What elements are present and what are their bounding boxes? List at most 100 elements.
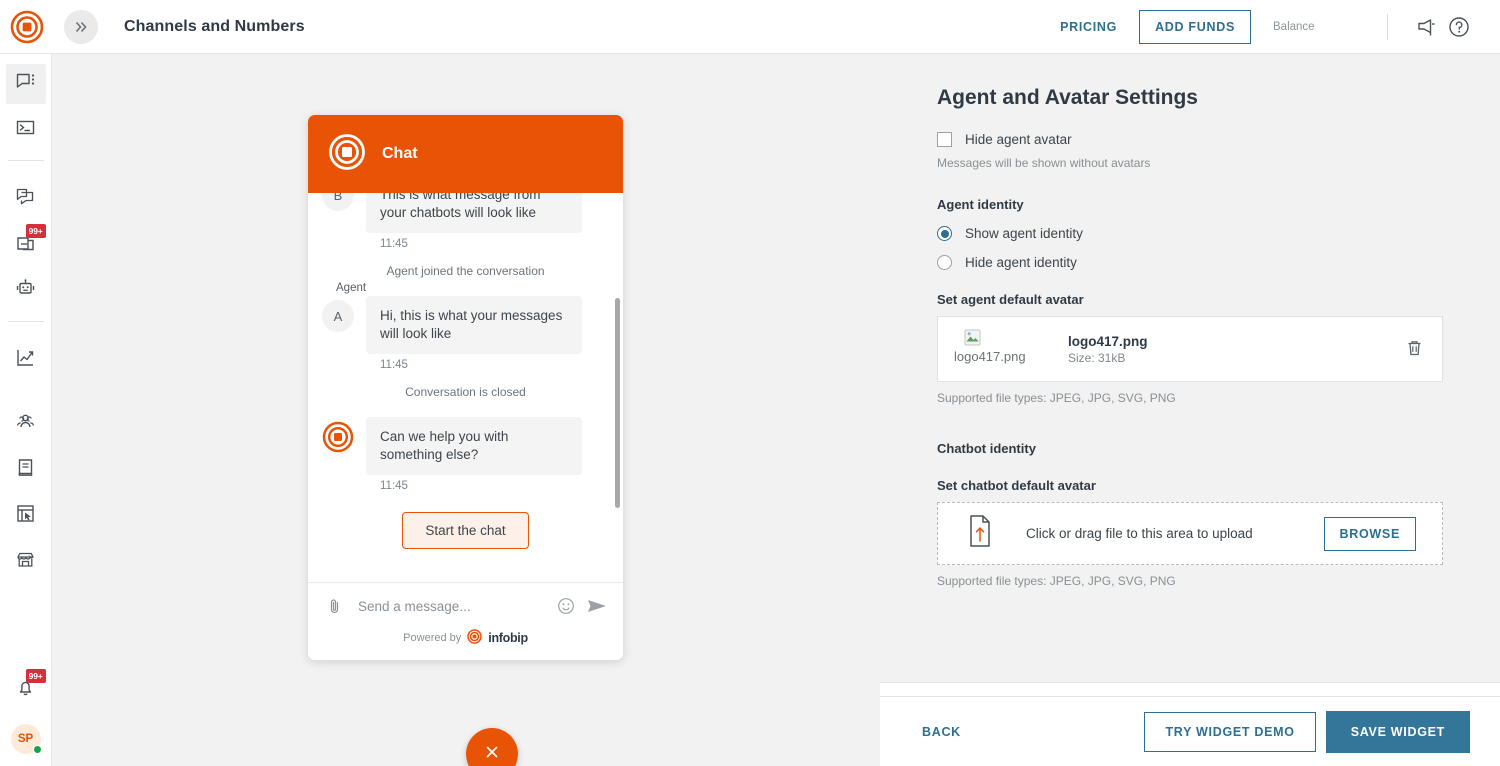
pricing-link[interactable]: PRICING: [1060, 20, 1117, 34]
chat-scroll-area: B This is what message from your chatbot…: [308, 193, 623, 582]
radio-label: Show agent identity: [965, 226, 1083, 241]
back-button[interactable]: BACK: [910, 715, 973, 749]
chat-scrollbar[interactable]: [615, 298, 620, 508]
chat-widget-header: Chat: [308, 115, 623, 193]
message-timestamp: 11:45: [380, 359, 609, 371]
file-upload-icon: [964, 514, 996, 553]
message-bubble: This is what message from your chatbots …: [366, 193, 582, 233]
sidebar-divider: [8, 160, 44, 161]
paperclip-icon[interactable]: [322, 594, 346, 618]
book-icon: [15, 457, 36, 483]
browse-button[interactable]: BROWSE: [1324, 517, 1416, 551]
sidebar-item-flows[interactable]: [6, 496, 46, 536]
sidebar-item-analytics[interactable]: [6, 340, 46, 380]
sidebar-item-content[interactable]: [6, 450, 46, 490]
chat-message-list[interactable]: B This is what message from your chatbot…: [308, 193, 623, 582]
message-avatar: A: [322, 300, 354, 332]
try-widget-demo-button[interactable]: TRY WIDGET DEMO: [1144, 712, 1315, 752]
start-the-chat-button[interactable]: Start the chat: [402, 512, 528, 549]
checkbox-box: [937, 132, 952, 147]
infobip-logo-icon: [328, 133, 366, 176]
hide-agent-avatar-helper: Messages will be shown without avatars: [937, 156, 1443, 170]
chat-message-brand: Can we help you with something else?: [322, 417, 609, 475]
megaphone-icon[interactable]: [1408, 10, 1442, 44]
chat-scrollbar-thumb[interactable]: [615, 298, 620, 508]
top-bar-divider: [1387, 14, 1388, 40]
top-bar-actions: PRICING ADD FUNDS Balance: [1060, 0, 1500, 54]
radio-button: [937, 255, 952, 270]
sidebar-item-inbox[interactable]: 99+: [6, 225, 46, 265]
dropzone-text: Click or drag file to this area to uploa…: [1026, 526, 1253, 541]
close-x-icon: [483, 743, 501, 766]
send-plane-icon[interactable]: [585, 594, 609, 618]
chevron-double-right-icon[interactable]: [64, 10, 98, 44]
message-timestamp: 11:45: [380, 238, 609, 250]
agent-avatar-file-card: logo417.png logo417.png Size: 31kB: [937, 316, 1443, 382]
message-sender-name: Agent: [336, 282, 609, 294]
hide-agent-avatar-checkbox[interactable]: Hide agent avatar: [937, 132, 1443, 147]
message-timestamp: 11:45: [380, 480, 609, 492]
robot-icon: [15, 278, 36, 304]
smiley-icon[interactable]: [554, 594, 578, 618]
powered-by-label: Powered by: [403, 632, 461, 644]
page-title: Channels and Numbers: [124, 18, 305, 36]
terminal-icon: [15, 117, 36, 143]
bell-badge: 99+: [26, 669, 46, 683]
radio-label: Hide agent identity: [965, 255, 1077, 270]
online-status-dot: [33, 745, 42, 754]
sidebar-item-chatbot[interactable]: [6, 271, 46, 311]
chatbot-avatar-dropzone[interactable]: Click or drag file to this area to uploa…: [937, 502, 1443, 565]
help-circle-icon[interactable]: [1442, 10, 1476, 44]
sidebar-divider-2: [8, 321, 44, 322]
app-root: Channels and Numbers PRICING ADD FUNDS B…: [0, 0, 1500, 766]
widget-close-fab[interactable]: [466, 728, 518, 766]
chatbot-avatar-field-label: Set chatbot default avatar: [937, 478, 1443, 493]
notifications-bell[interactable]: 99+: [6, 670, 46, 710]
radio-hide-agent-identity[interactable]: Hide agent identity: [937, 255, 1443, 270]
message-bubble: Hi, this is what your messages will look…: [366, 296, 582, 354]
broken-image-preview: logo417.png: [954, 329, 1072, 369]
chatbot-avatar-supported-note: Supported file types: JPEG, JPG, SVG, PN…: [937, 574, 1443, 588]
message-avatar: B: [322, 193, 354, 211]
message-bubble: Can we help you with something else?: [366, 417, 582, 475]
panel-action-bar: BACK TRY WIDGET DEMO SAVE WIDGET: [880, 696, 1500, 766]
radio-button: [937, 226, 952, 241]
save-widget-button[interactable]: SAVE WIDGET: [1326, 711, 1470, 753]
powered-by: Powered by infobip: [308, 629, 623, 660]
chat-widget-preview: Chat B This is what message from your ch…: [308, 115, 623, 660]
chat-bubble-menu-icon: [15, 71, 36, 97]
agent-identity-group-label: Agent identity: [937, 197, 1443, 212]
sidebar-item-conversations[interactable]: [6, 179, 46, 219]
sidebar-item-console[interactable]: [6, 110, 46, 150]
infobip-logo-icon: [467, 629, 482, 647]
settings-panel-scroll: Agent and Avatar Settings Hide agent ava…: [880, 54, 1500, 766]
storefront-icon: [15, 549, 36, 575]
message-input[interactable]: Send a message...: [358, 599, 554, 614]
file-size: Size: 31kB: [1068, 351, 1148, 365]
balance-label: Balance: [1273, 21, 1381, 33]
message-composer: Send a message...: [308, 583, 623, 629]
chatbot-identity-section-label: Chatbot identity: [937, 441, 1443, 456]
powered-by-brand: infobip: [488, 631, 528, 645]
top-bar: Channels and Numbers PRICING ADD FUNDS B…: [0, 0, 1500, 54]
broken-image-icon: [964, 329, 981, 351]
hide-agent-avatar-label: Hide agent avatar: [965, 132, 1072, 147]
sidebar-item-people[interactable]: [6, 404, 46, 444]
sidebar-bottom: 99+ SP: [6, 664, 46, 766]
chat-widget-title: Chat: [382, 145, 418, 163]
sidebar-item-marketplace[interactable]: [6, 542, 46, 582]
radio-show-agent-identity[interactable]: Show agent identity: [937, 226, 1443, 241]
copy-chat-icon: [15, 186, 36, 212]
avatar[interactable]: SP: [11, 724, 41, 754]
add-funds-button[interactable]: ADD FUNDS: [1139, 10, 1251, 44]
message-avatar-logo: [322, 421, 354, 453]
agent-avatar-supported-note: Supported file types: JPEG, JPG, SVG, PN…: [937, 391, 1443, 405]
avatar-initials: SP: [18, 733, 33, 745]
inbox-badge: 99+: [26, 224, 46, 238]
widget-preview-canvas: Chat B This is what message from your ch…: [52, 54, 880, 766]
infobip-logo-icon[interactable]: [10, 10, 44, 44]
sidebar-item-chat[interactable]: [6, 64, 46, 104]
file-meta: logo417.png Size: 31kB: [1068, 334, 1148, 365]
infobip-logo-icon: [322, 421, 354, 453]
trash-icon[interactable]: [1404, 338, 1426, 360]
